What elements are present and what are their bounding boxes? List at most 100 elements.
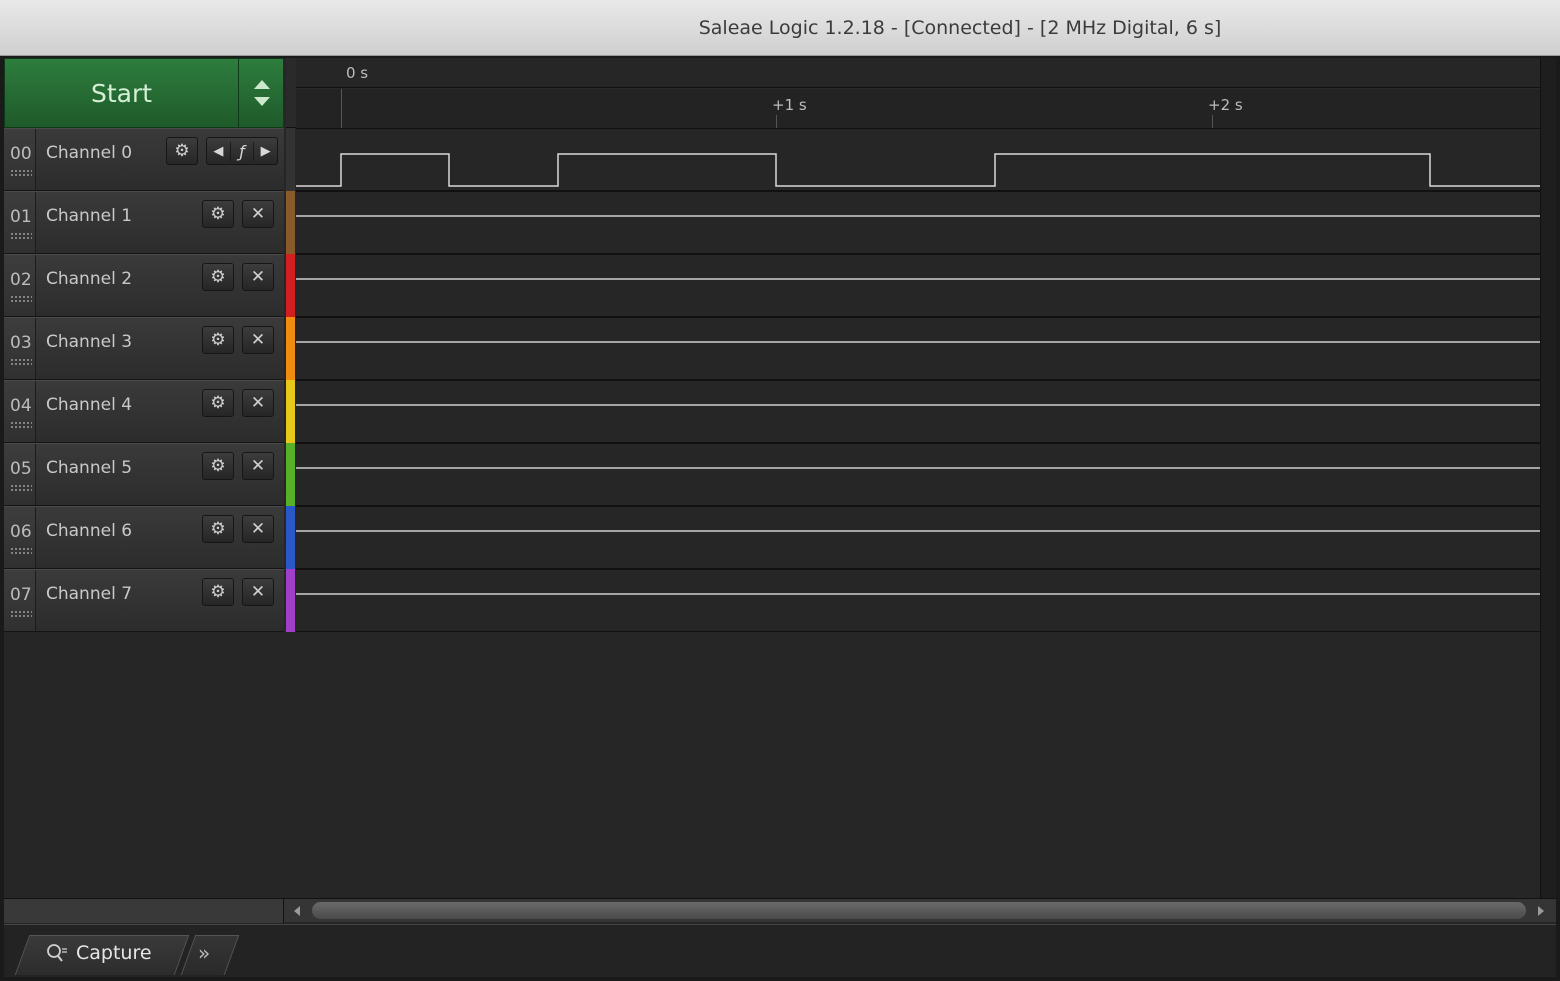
channel-name[interactable]: Channel 2 [46,269,132,289]
channel-settings-button[interactable]: ⚙ [202,578,234,606]
waveform-channel-4 [296,404,1540,406]
channel-number-box[interactable]: 05 [4,444,36,505]
channel-remove-button[interactable]: ✕ [242,389,274,417]
start-button[interactable]: Start [5,59,239,127]
waveform-row[interactable] [296,317,1540,380]
gear-icon: ⚙ [210,582,226,602]
time-ruler[interactable]: 0 s +1 s +2 s [286,58,1540,128]
channel-name[interactable]: Channel 0 [46,143,132,163]
channel-settings-button[interactable]: ⚙ [202,515,234,543]
bottom-panel: Capture » [4,924,1556,977]
channel-remove-button[interactable]: ✕ [242,200,274,228]
drag-handle-icon[interactable] [10,421,32,429]
scroll-left-icon[interactable] [294,906,300,916]
channel-row-5[interactable]: 05 Channel 5 ⚙ ✕ [4,443,284,506]
waveform-area[interactable] [296,128,1540,632]
channel-row-3[interactable]: 03 Channel 3 ⚙ ✕ [4,317,284,380]
tick-mark [776,115,777,128]
channel-name[interactable]: Channel 5 [46,458,132,478]
channel-row-2[interactable]: 02 Channel 2 ⚙ ✕ [4,254,284,317]
scrollbar-track[interactable] [286,899,1556,923]
drag-handle-icon[interactable] [10,484,32,492]
channel-number-box[interactable]: 02 [4,255,36,316]
close-icon: ✕ [250,582,266,602]
channel-remove-button[interactable]: ✕ [242,578,274,606]
channel-remove-button[interactable]: ✕ [242,326,274,354]
channel-settings-button[interactable]: ⚙ [202,452,234,480]
channel-number: 06 [10,522,32,542]
close-icon: ✕ [250,330,266,350]
waveform-channel-1 [296,215,1540,217]
tick-label: +1 s [772,96,807,114]
channel-number-box[interactable]: 04 [4,381,36,442]
channel-row-0[interactable]: 00 Channel 0 ⚙ ◀ ƒ ▶ [4,128,284,191]
channel-number-box[interactable]: 07 [4,570,36,631]
channel-row-4[interactable]: 04 Channel 4 ⚙ ✕ [4,380,284,443]
close-icon: ✕ [250,393,266,413]
channel-name[interactable]: Channel 6 [46,521,132,541]
channel-number: 07 [10,585,32,605]
close-icon: ✕ [250,519,266,539]
time-ruler-top: 0 s [296,58,1540,88]
channel-color-strip [286,569,295,632]
channel-remove-button[interactable]: ✕ [242,452,274,480]
waveform-row[interactable] [296,443,1540,506]
capture-tab-content[interactable]: Capture [46,942,152,964]
channel-number-box[interactable]: 03 [4,318,36,379]
drag-handle-icon[interactable] [10,610,32,618]
channel-color-strip [286,506,295,569]
drag-handle-icon[interactable] [10,547,32,555]
gear-icon: ⚙ [210,267,226,287]
channel-settings-button[interactable]: ⚙ [166,137,198,165]
waveform-row[interactable] [296,569,1540,632]
channel-number: 03 [10,333,32,353]
tick-label: +2 s [1208,96,1243,114]
drag-handle-icon[interactable] [10,232,32,240]
rising-edge-icon[interactable]: ƒ [229,141,255,161]
time-ruler-bottom: +1 s +2 s [296,89,1540,128]
channel-number-box[interactable]: 06 [4,507,36,568]
arrow-up-icon[interactable] [254,80,270,89]
channel-color-strip [286,254,295,317]
drag-handle-icon[interactable] [10,169,32,177]
waveform-row[interactable] [296,128,1540,191]
channel-name[interactable]: Channel 1 [46,206,132,226]
vertical-scrollbar[interactable] [1540,58,1556,898]
scrollbar-thumb[interactable] [312,902,1526,919]
trigger-prev-button[interactable]: ◀ [207,144,230,159]
horizontal-scrollbar [4,898,1556,923]
window-title: Saleae Logic 1.2.18 - [Connected] - [2 M… [698,16,1222,39]
channel-settings-button[interactable]: ⚙ [202,200,234,228]
scroll-right-icon[interactable] [1538,906,1544,916]
channel-settings-button[interactable]: ⚙ [202,389,234,417]
waveform-row[interactable] [296,506,1540,569]
close-icon: ✕ [250,267,266,287]
trigger-next-button[interactable]: ▶ [254,144,277,159]
channel-name[interactable]: Channel 4 [46,395,132,415]
double-chevron-right-icon[interactable]: » [198,941,210,965]
channel-number-box[interactable]: 00 [4,129,36,190]
channel-name[interactable]: Channel 7 [46,584,132,604]
channel-color-strip [286,443,295,506]
start-control: Start [4,58,284,128]
channel-remove-button[interactable]: ✕ [242,263,274,291]
channel-name[interactable]: Channel 3 [46,332,132,352]
channel-row-1[interactable]: 01 Channel 1 ⚙ ✕ [4,191,284,254]
time-zero-label: 0 s [346,64,369,82]
waveform-row[interactable] [296,380,1540,443]
channel-settings-button[interactable]: ⚙ [202,326,234,354]
waveform-row[interactable] [296,254,1540,317]
channel-settings-button[interactable]: ⚙ [202,263,234,291]
waveform-row[interactable] [296,191,1540,254]
channel-row-7[interactable]: 07 Channel 7 ⚙ ✕ [4,569,284,632]
waveform-channel-0 [296,153,1540,187]
drag-handle-icon[interactable] [10,358,32,366]
channel-row-6[interactable]: 06 Channel 6 ⚙ ✕ [4,506,284,569]
gear-icon: ⚙ [210,393,226,413]
drag-handle-icon[interactable] [10,295,32,303]
channel-number: 02 [10,270,32,290]
channel-number: 05 [10,459,32,479]
channel-remove-button[interactable]: ✕ [242,515,274,543]
channel-number-box[interactable]: 01 [4,192,36,253]
arrow-down-icon[interactable] [254,97,270,106]
